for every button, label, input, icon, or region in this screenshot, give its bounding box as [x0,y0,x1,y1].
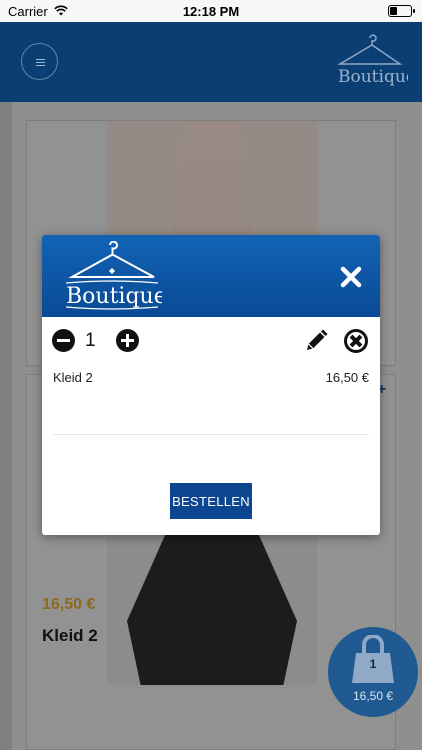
app-header: Boutique [0,22,422,102]
logo-text: Boutique [66,284,162,309]
quantity-value: 1 [85,330,96,351]
boutique-logo: Boutique [65,241,162,310]
boutique-logo: Boutique [337,34,408,87]
clock: 12:18 PM [182,4,240,19]
cart-count: 1 [369,657,377,671]
pencil-icon[interactable] [304,329,328,353]
cart-item-name: Kleid 2 [53,370,93,385]
svg-text:Boutique: Boutique [338,67,408,87]
cart-item-price: 16,50 € [325,370,369,385]
product-name: Kleid 2 [42,626,98,645]
remove-circle-icon[interactable] [344,329,368,353]
cart-button[interactable]: 1 16,50 € [328,627,418,717]
minus-circle-icon[interactable] [52,329,75,352]
cart-item-controls: 1 [52,329,370,355]
cart-total: 16,50 € [352,689,394,703]
divider [53,434,369,435]
close-icon[interactable] [340,266,362,288]
product-image [107,525,317,685]
modal-header: Boutique [42,235,380,317]
product-price: 16,50 € [42,596,96,613]
plus-circle-icon[interactable] [116,329,139,352]
battery-icon [388,5,415,17]
order-button[interactable]: BESTELLEN [170,483,252,519]
menu-button[interactable] [21,43,58,80]
cart-modal: Boutique 1 Kleid 2 16,50 € BESTELLEN [42,235,380,535]
status-bar: Carrier 12:18 PM [0,0,422,22]
